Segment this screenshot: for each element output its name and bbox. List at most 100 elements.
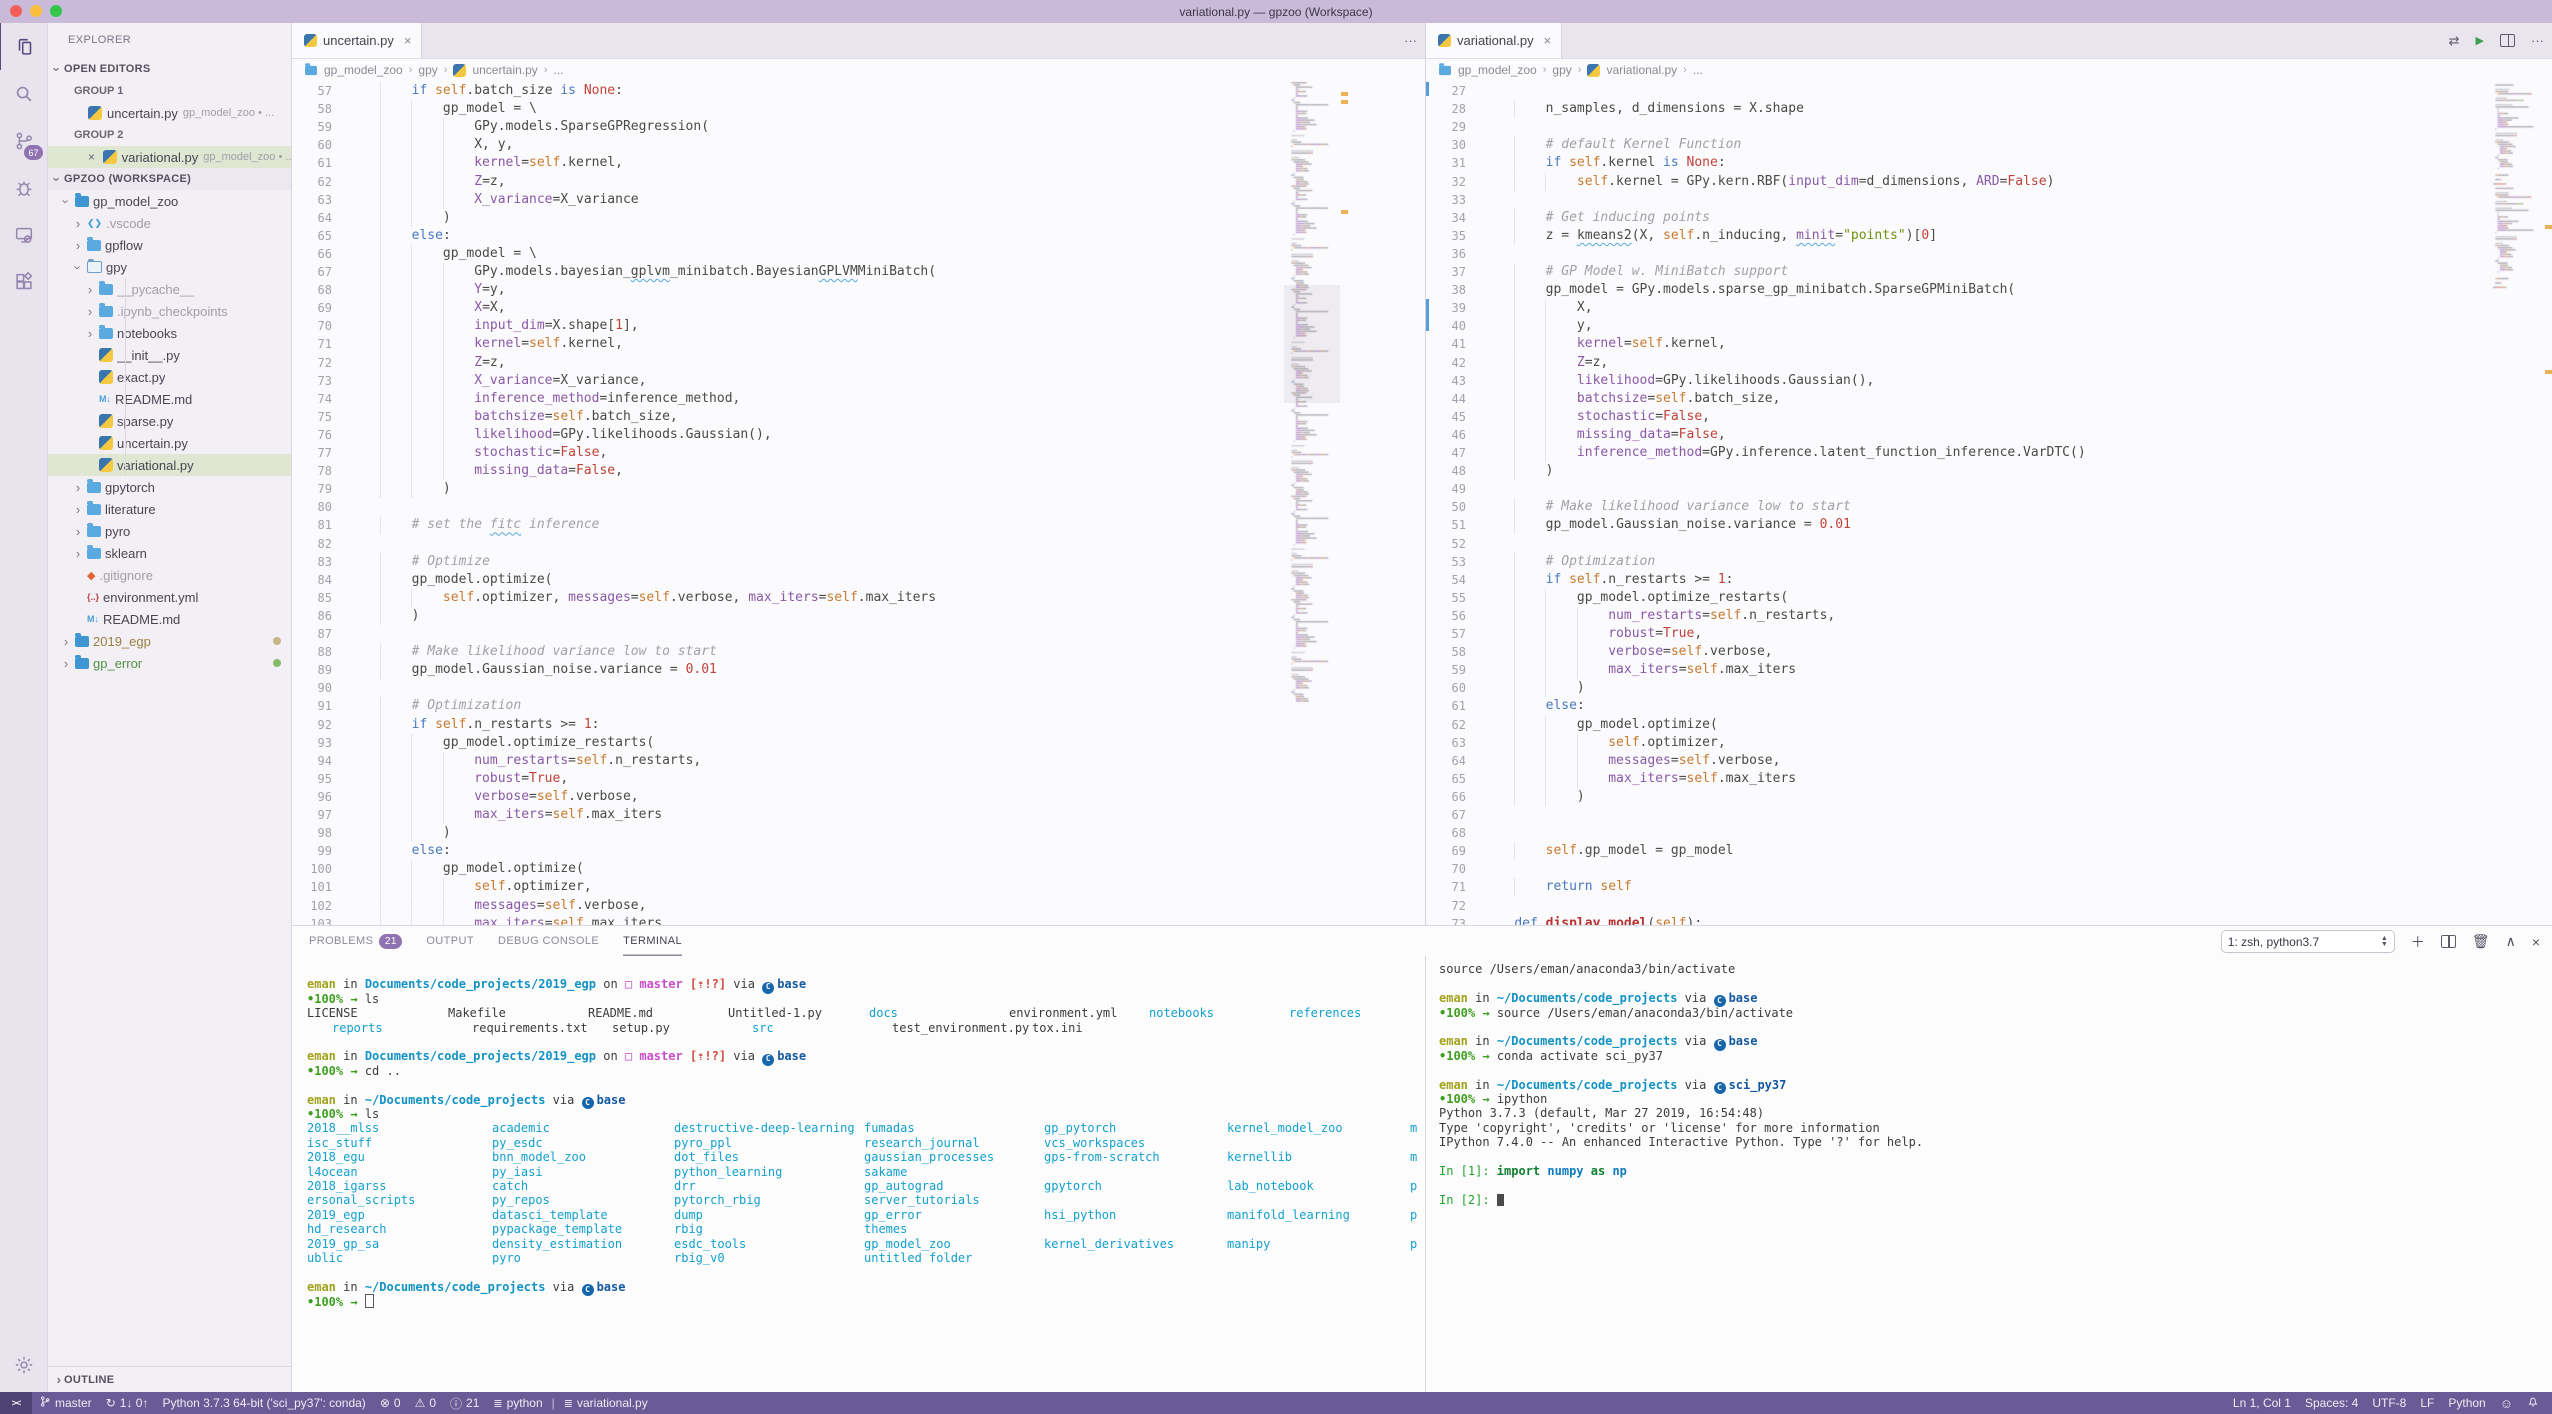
tree-item-.gitignore[interactable]: ◆.gitignore: [48, 564, 291, 586]
tree-item-README.md[interactable]: M↓README.md: [48, 608, 291, 630]
breadcrumb-item[interactable]: variational.py: [1606, 63, 1677, 77]
activitybar-item-remote-explorer[interactable]: [0, 211, 47, 258]
chevron-right-icon[interactable]: ›: [61, 656, 71, 671]
statusbar-git-branch[interactable]: master: [32, 1392, 99, 1414]
tree-item-uncertain.py[interactable]: uncertain.py: [48, 432, 291, 454]
activitybar-item-debug[interactable]: [0, 164, 47, 211]
statusbar-active-file[interactable]: ≣variational.py: [557, 1392, 655, 1414]
breadcrumb-item[interactable]: gpy: [1552, 63, 1571, 77]
tree-item-environment.yml[interactable]: {..}environment.yml: [48, 586, 291, 608]
activitybar-item-settings[interactable]: [0, 1341, 47, 1388]
tree-item-literature[interactable]: ›literature: [48, 498, 291, 520]
statusbar-problems-warnings[interactable]: ⚠0: [408, 1392, 443, 1414]
breadcrumb-item[interactable]: ...: [1693, 63, 1703, 77]
tree-item-gpy[interactable]: ›gpy: [48, 256, 291, 278]
minimize-window-button[interactable]: [30, 5, 42, 17]
close-window-button[interactable]: [10, 5, 22, 17]
activitybar-item-explorer[interactable]: [0, 23, 48, 70]
tab-variational-py[interactable]: variational.py ×: [1426, 23, 1562, 58]
breadcrumb-item[interactable]: gpy: [418, 63, 437, 77]
tree-item-variational.py[interactable]: variational.py: [48, 454, 291, 476]
breadcrumb-item[interactable]: gp_model_zoo: [324, 63, 403, 77]
tree-item-gpytorch[interactable]: ›gpytorch: [48, 476, 291, 498]
activitybar-item-search[interactable]: [0, 70, 47, 117]
tree-item-__pycache__[interactable]: ›__pycache__: [48, 278, 291, 300]
remote-indicator[interactable]: ><: [0, 1392, 32, 1414]
statusbar-selection-kind[interactable]: ≣python: [486, 1392, 549, 1414]
open-editor-item-uncertain.py[interactable]: uncertain.pygp_model_zoo • ...: [48, 102, 291, 124]
tree-item-README.md[interactable]: M↓README.md: [48, 388, 291, 410]
minimap[interactable]: [1284, 80, 1340, 711]
statusbar-sync[interactable]: ↻1↓ 0↑: [99, 1392, 156, 1414]
close-icon[interactable]: ×: [88, 150, 98, 164]
breadcrumb-left[interactable]: gp_model_zoo›gpy›uncertain.py›...: [292, 59, 1425, 81]
breadcrumb-item[interactable]: uncertain.py: [472, 63, 537, 77]
tree-item-.vscode[interactable]: ›❮❯.vscode: [48, 212, 291, 234]
statusbar-indentation[interactable]: Spaces: 4: [2298, 1396, 2365, 1410]
more-actions-icon[interactable]: ···: [2531, 33, 2544, 48]
minimap[interactable]: [2488, 80, 2544, 297]
panel-tab-output[interactable]: OUTPUT: [426, 926, 474, 956]
terminal-picker-dropdown[interactable]: 1: zsh, python3.7 ▲▼: [2221, 930, 2395, 953]
kill-terminal-icon[interactable]: 🗑: [2472, 933, 2490, 950]
tree-item-.ipynb_checkpoints[interactable]: ›.ipynb_checkpoints: [48, 300, 291, 322]
chevron-right-icon[interactable]: ›: [73, 480, 83, 495]
activitybar-item-source-control[interactable]: 67: [0, 117, 47, 164]
tree-item-__init__.py[interactable]: __init__.py: [48, 344, 291, 366]
statusbar-python-interpreter[interactable]: Python 3.7.3 64-bit ('sci_py37': conda): [155, 1392, 372, 1414]
code-editor-uncertain[interactable]: 57 if self.batch_size is None:58 gp_mode…: [292, 80, 1425, 925]
chevron-right-icon[interactable]: ›: [73, 502, 83, 517]
close-panel-icon[interactable]: ×: [2532, 934, 2540, 950]
open-editor-item-variational.py[interactable]: ×variational.pygp_model_zoo • ...: [48, 146, 291, 168]
tree-item-exact.py[interactable]: exact.py: [48, 366, 291, 388]
chevron-right-icon[interactable]: ›: [73, 216, 83, 231]
window-controls[interactable]: [10, 5, 62, 17]
split-editor-icon[interactable]: [2500, 34, 2515, 47]
chevron-right-icon[interactable]: ›: [61, 634, 71, 649]
tab-uncertain-py[interactable]: uncertain.py ×: [292, 23, 422, 58]
tree-item-sklearn[interactable]: ›sklearn: [48, 542, 291, 564]
chevron-right-icon[interactable]: ›: [73, 524, 83, 539]
outline-section-header[interactable]: ›OUTLINE: [48, 1366, 291, 1392]
tree-item-gp_error[interactable]: ›gp_error: [48, 652, 291, 674]
statusbar-problems-errors[interactable]: ⊗0: [373, 1392, 408, 1414]
chevron-down-icon[interactable]: ›: [59, 196, 74, 206]
activitybar-item-extensions[interactable]: [0, 258, 47, 305]
terminal-left[interactable]: eman in Documents/code_projects/2019_egp…: [292, 956, 1425, 1392]
chevron-down-icon[interactable]: ›: [71, 262, 86, 272]
panel-tab-debug-console[interactable]: DEBUG CONSOLE: [498, 926, 599, 956]
chevron-right-icon[interactable]: ›: [85, 326, 95, 341]
run-python-file-icon[interactable]: ▶: [2476, 34, 2484, 47]
open-changes-icon[interactable]: ⇄: [2449, 33, 2460, 49]
open-editors-header[interactable]: ›OPEN EDITORS: [48, 58, 291, 80]
workspace-section-header[interactable]: ›GPZOO (WORKSPACE): [48, 168, 291, 190]
tree-item-sparse.py[interactable]: sparse.py: [48, 410, 291, 432]
tree-item-gpflow[interactable]: ›gpflow: [48, 234, 291, 256]
breadcrumb-item[interactable]: gp_model_zoo: [1458, 63, 1537, 77]
minimap-slider[interactable]: [1284, 285, 1340, 403]
statusbar-eol[interactable]: LF: [2413, 1396, 2441, 1410]
statusbar-language-mode[interactable]: Python: [2441, 1396, 2492, 1410]
statusbar-feedback[interactable]: ☺: [2493, 1396, 2520, 1411]
maximize-panel-icon[interactable]: ∧: [2506, 933, 2516, 950]
maximize-window-button[interactable]: [50, 5, 62, 17]
statusbar-notifications[interactable]: [2520, 1395, 2546, 1411]
breadcrumb-item[interactable]: ...: [553, 63, 563, 77]
tree-item-2019_egp[interactable]: ›2019_egp: [48, 630, 291, 652]
chevron-right-icon[interactable]: ›: [73, 238, 83, 253]
statusbar-encoding[interactable]: UTF-8: [2365, 1396, 2413, 1410]
code-editor-variational[interactable]: 2728 n_samples, d_dimensions = X.shape29…: [1426, 80, 2552, 925]
new-terminal-icon[interactable]: ＋: [2411, 932, 2425, 952]
close-tab-icon[interactable]: ×: [404, 33, 412, 48]
chevron-right-icon[interactable]: ›: [85, 282, 95, 297]
terminal-right[interactable]: source /Users/eman/anaconda3/bin/activat…: [1425, 956, 2552, 1392]
tree-item-pyro[interactable]: ›pyro: [48, 520, 291, 542]
more-actions-icon[interactable]: ···: [1404, 33, 1417, 48]
chevron-right-icon[interactable]: ›: [85, 304, 95, 319]
tree-item-notebooks[interactable]: ›notebooks: [48, 322, 291, 344]
split-terminal-icon[interactable]: [2441, 935, 2456, 948]
panel-tab-problems[interactable]: PROBLEMS21: [309, 926, 402, 956]
statusbar-cursor-position[interactable]: Ln 1, Col 1: [2226, 1396, 2298, 1410]
panel-tab-terminal[interactable]: TERMINAL: [623, 926, 682, 956]
tree-item-gp_model_zoo[interactable]: ›gp_model_zoo: [48, 190, 291, 212]
